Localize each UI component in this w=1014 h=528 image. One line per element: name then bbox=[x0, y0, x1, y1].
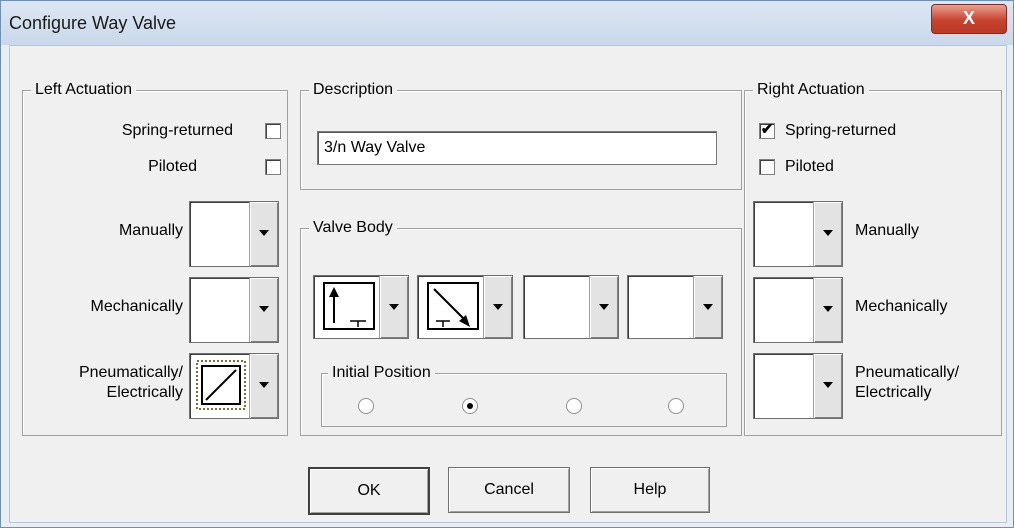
left-pneumatic-label-line2: Electrically bbox=[106, 384, 183, 401]
cancel-button[interactable]: Cancel bbox=[448, 467, 570, 513]
ok-button[interactable]: OK bbox=[308, 467, 430, 515]
radio-selected-dot bbox=[467, 403, 473, 409]
close-button[interactable]: X bbox=[931, 4, 1007, 34]
left-spring-returned-checkbox[interactable] bbox=[265, 123, 281, 139]
right-spring-returned-label: Spring-returned bbox=[785, 122, 897, 139]
initial-position-legend: Initial Position bbox=[328, 363, 435, 383]
diagonal-arrow-tank-icon bbox=[427, 282, 479, 330]
arrow-up-tank-icon bbox=[323, 282, 375, 330]
configure-way-valve-dialog: Configure Way Valve X Left Actuation Spr… bbox=[0, 0, 1014, 528]
description-input[interactable] bbox=[317, 131, 717, 165]
checkmark-icon: ✔ bbox=[760, 121, 774, 138]
description-group: Description bbox=[300, 80, 742, 190]
dialog-client-area: Left Actuation Spring-returned Piloted M… bbox=[9, 45, 1007, 523]
valve-body-legend: Valve Body bbox=[309, 218, 397, 238]
valve-body-group: Valve Body Initial Position bbox=[300, 218, 742, 436]
right-actuation-group: Right Actuation ✔ Spring-returned Pilote… bbox=[744, 80, 1002, 436]
valve-position-3-dropdown-button[interactable] bbox=[589, 276, 618, 338]
left-mechanically-combo[interactable] bbox=[189, 277, 279, 343]
initial-position-radio-2[interactable] bbox=[462, 398, 478, 414]
left-mechanically-label: Mechanically bbox=[90, 298, 183, 315]
left-pneumatic-dropdown-button[interactable] bbox=[249, 354, 278, 418]
valve-position-2-dropdown-button[interactable] bbox=[483, 276, 512, 338]
right-mechanically-dropdown-button[interactable] bbox=[813, 278, 842, 342]
valve-position-4-dropdown-button[interactable] bbox=[693, 276, 722, 338]
right-mechanically-label: Mechanically bbox=[855, 298, 948, 315]
right-pneumatic-label-line1: Pneumatically/ bbox=[855, 364, 960, 381]
initial-position-radio-1[interactable] bbox=[358, 398, 374, 414]
initial-position-radio-3[interactable] bbox=[566, 398, 582, 414]
valve-position-3-combo[interactable] bbox=[523, 275, 619, 339]
right-pneumatic-combo[interactable] bbox=[753, 353, 843, 419]
solenoid-symbol-icon bbox=[196, 360, 246, 410]
left-pneumatic-label-line1: Pneumatically/ bbox=[78, 364, 183, 381]
description-legend: Description bbox=[309, 80, 398, 100]
initial-position-radio-4[interactable] bbox=[668, 398, 684, 414]
right-piloted-checkbox[interactable] bbox=[759, 159, 775, 175]
right-actuation-legend: Right Actuation bbox=[753, 80, 869, 100]
right-pneumatic-dropdown-button[interactable] bbox=[813, 354, 842, 418]
right-spring-returned-checkbox[interactable]: ✔ bbox=[759, 121, 775, 139]
valve-position-1-dropdown-button[interactable] bbox=[379, 276, 408, 338]
right-pneumatic-label-line2: Electrically bbox=[855, 384, 932, 401]
left-piloted-checkbox[interactable] bbox=[265, 159, 281, 175]
left-spring-returned-label: Spring-returned bbox=[121, 122, 233, 139]
window-title: Configure Way Valve bbox=[9, 13, 177, 33]
left-manually-label: Manually bbox=[118, 222, 183, 239]
left-actuation-group: Left Actuation Spring-returned Piloted M… bbox=[22, 80, 288, 436]
valve-position-2-combo[interactable] bbox=[417, 275, 513, 339]
right-manually-combo[interactable] bbox=[753, 201, 843, 267]
left-mechanically-dropdown-button[interactable] bbox=[249, 278, 278, 342]
right-manually-label: Manually bbox=[855, 222, 920, 239]
left-pneumatic-combo[interactable] bbox=[189, 353, 279, 419]
left-manually-combo[interactable] bbox=[189, 201, 279, 267]
initial-position-group: Initial Position bbox=[321, 363, 727, 427]
right-manually-dropdown-button[interactable] bbox=[813, 202, 842, 266]
left-actuation-legend: Left Actuation bbox=[31, 80, 136, 100]
title-bar[interactable]: Configure Way Valve X bbox=[1, 1, 1013, 45]
right-mechanically-combo[interactable] bbox=[753, 277, 843, 343]
left-piloted-label: Piloted bbox=[148, 158, 197, 175]
help-button[interactable]: Help bbox=[590, 467, 710, 513]
valve-position-4-combo[interactable] bbox=[627, 275, 723, 339]
valve-position-1-combo[interactable] bbox=[313, 275, 409, 339]
left-manually-dropdown-button[interactable] bbox=[249, 202, 278, 266]
right-piloted-label: Piloted bbox=[785, 158, 834, 175]
